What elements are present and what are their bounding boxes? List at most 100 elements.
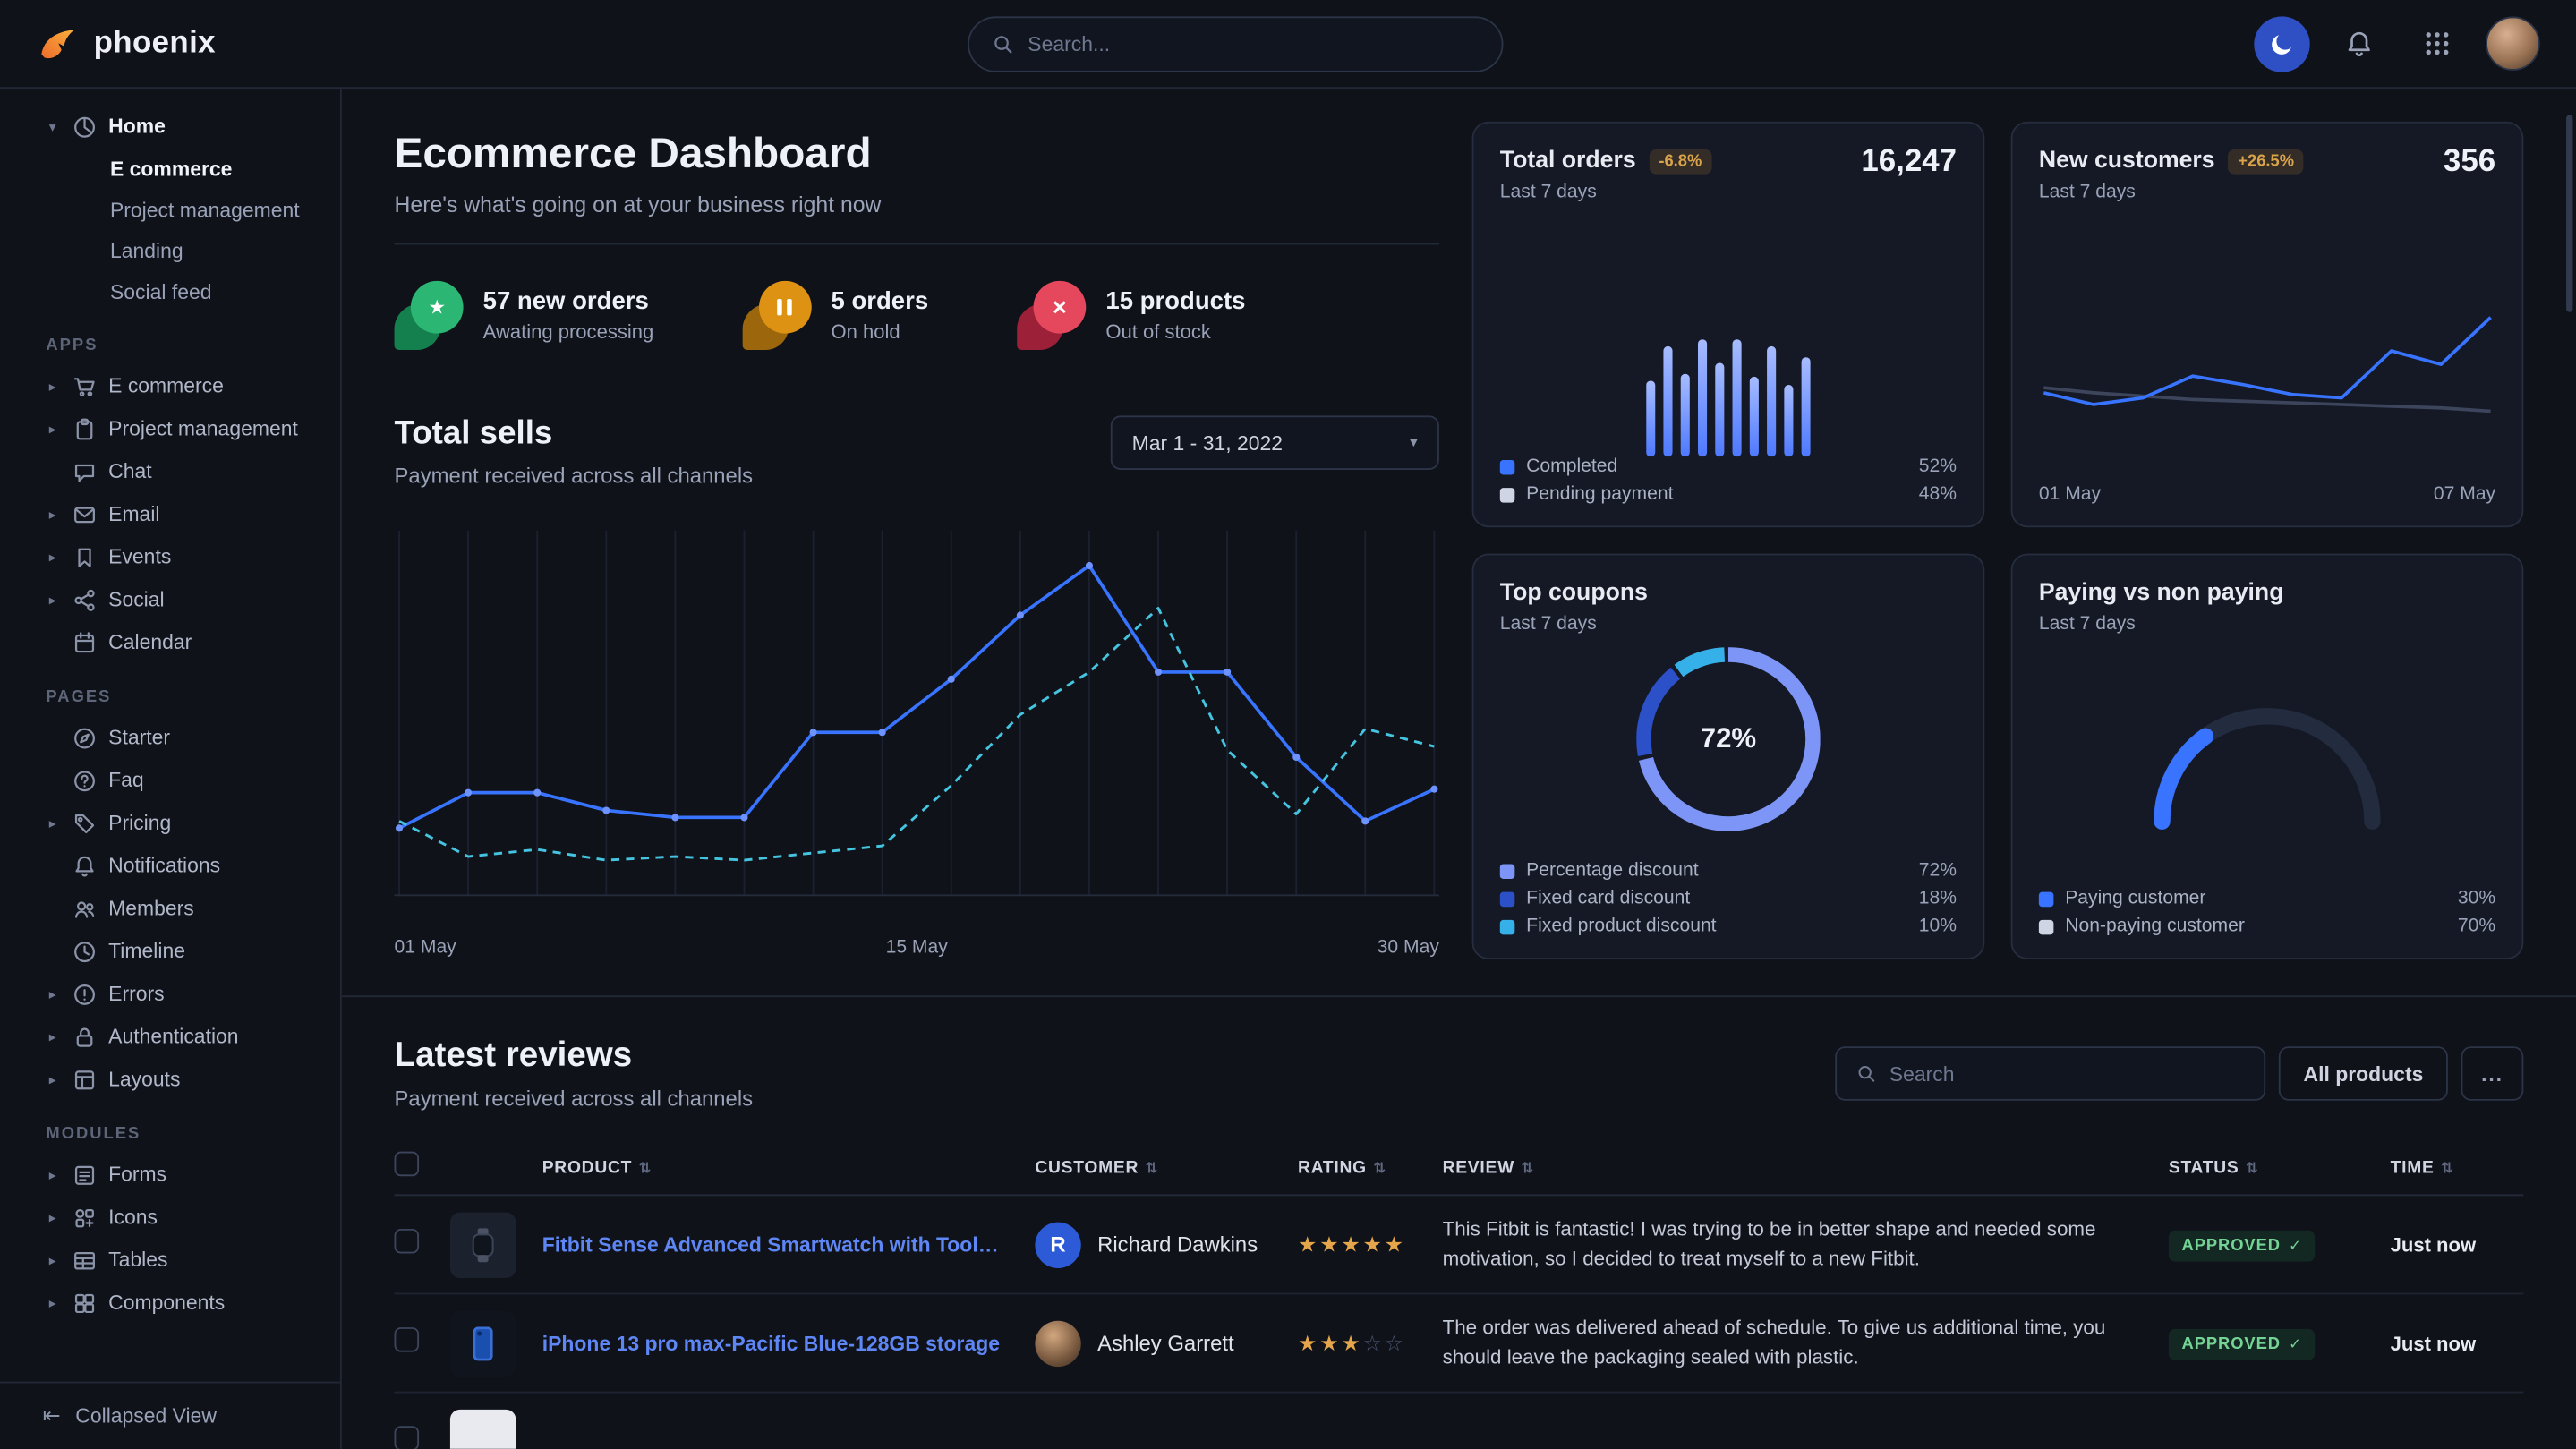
stat-awating-processing: ★57 new ordersAwating processing [395,281,654,350]
bookmark-icon [73,544,98,569]
sidebar-item-events[interactable]: ▸Events [0,535,340,578]
caret-icon: ▸ [45,1293,61,1311]
sidebar-item-forms[interactable]: ▸Forms [0,1154,340,1197]
caret-icon: ▸ [45,1251,61,1269]
new-customers-card: New customers +26.5% Last 7 days 356 01 … [2011,122,2524,527]
user-avatar[interactable] [2486,16,2540,71]
product-image[interactable] [450,1212,516,1277]
sidebar-item-icons[interactable]: ▸Icons [0,1196,340,1239]
sidebar-nav: ▾HomeE commerceProject managementLanding… [0,89,340,1382]
nav-section-label-modules: MODULES [0,1101,340,1154]
total-orders-card: Total orders -6.8% Last 7 days 16,247 Co… [1472,122,1985,527]
sidebar-item-tables[interactable]: ▸ Tables [0,1239,340,1282]
legend-item-pending-payment: Pending payment48% [1500,484,1957,504]
sidebar-item-social[interactable]: ▸Social [0,578,340,621]
caret-icon: ▸ [45,1027,61,1045]
sidebar-item-e-commerce[interactable]: E commerce [0,148,340,189]
paying-vs-non-paying-card: Paying vs non paying Last 7 days Paying … [2011,554,2524,959]
stat-sub: Awating processing [483,320,654,344]
bell-icon [73,854,98,879]
tag-icon [73,811,98,836]
status-badge: APPROVED✓ [2169,1328,2316,1360]
more-options-button[interactable]: ... [2461,1046,2524,1101]
collapse-view-toggle[interactable]: ⇤ Collapsed View [0,1382,340,1449]
apps-grid-button[interactable] [2409,15,2464,71]
select-all-checkbox[interactable] [395,1151,420,1176]
sidebar-item-errors[interactable]: ▸Errors [0,973,340,1016]
stat-value: 57 new orders [483,287,654,315]
legend-item-non-paying-customer: Non-paying customer70% [2039,916,2495,936]
product-link[interactable]: iPhone 13 pro max-Pacific Blue-128GB sto… [542,1332,1036,1355]
legend-swatch [1500,864,1515,879]
sidebar-item-home[interactable]: ▾Home [0,105,340,148]
column-header-review[interactable]: REVIEW⇅ [1443,1157,2169,1177]
new-customers-chart [2039,202,2495,485]
search-input[interactable] [1028,32,1478,55]
notifications-button[interactable] [2332,15,2387,71]
sidebar-item-e-commerce[interactable]: ▸E commerce [0,364,340,407]
column-header-customer[interactable]: CUSTOMER⇅ [1035,1157,1298,1177]
sidebar-item-label: Project management [108,417,298,440]
sidebar-item-label: Errors [108,983,164,1006]
legend-item-fixed-card-discount: Fixed card discount18% [1500,889,1957,908]
product-link[interactable]: Fitbit Sense Advanced Smartwatch with To… [542,1233,1036,1257]
compass-icon [73,725,98,750]
star-filled-icon: ★★★ [1298,1330,1362,1355]
all-products-button[interactable]: All products [2279,1046,2448,1101]
top-coupons-card: Top coupons Last 7 days 72% Percentage d… [1472,554,1985,959]
sidebar-item-landing[interactable]: Landing [0,230,340,271]
column-header-status[interactable]: STATUS⇅ [2169,1157,2391,1177]
reviews-search[interactable] [1835,1046,2265,1101]
sidebar-item-members[interactable]: ▸Members [0,887,340,930]
sidebar-item-label: Social [108,588,164,611]
sidebar-item-timeline[interactable]: ▸Timeline [0,930,340,973]
caret-icon: ▸ [45,814,61,831]
legend-label: Fixed product discount [1526,916,1716,936]
row-checkbox[interactable] [395,1425,420,1449]
sort-icon: ⇅ [2441,1159,2454,1175]
column-header-time[interactable]: TIME⇅ [2391,1157,2524,1177]
sidebar-item-notifications[interactable]: ▸Notifications [0,844,340,887]
sidebar-item-label: Layouts [108,1068,180,1091]
legend-label: Fixed card discount [1526,889,1690,908]
sidebar-item-label: Tables [108,1249,167,1272]
legend-value: 10% [1919,916,1957,936]
reviews-controls: All products ... [1835,1046,2523,1101]
sidebar-item-calendar[interactable]: ▸Calendar [0,621,340,664]
card-period: Last 7 days [1500,614,1957,634]
collapse-label: Collapsed View [75,1404,217,1428]
sidebar-item-starter[interactable]: ▸Starter [0,716,340,759]
sidebar-item-authentication[interactable]: ▸Authentication [0,1015,340,1058]
topbar-actions [2254,15,2539,71]
date-range-select[interactable]: Mar 1 - 31, 2022 ▾ [1111,415,1439,470]
column-header-product[interactable]: PRODUCT⇅ [542,1157,1036,1177]
column-header-rating[interactable]: RATING⇅ [1298,1157,1443,1177]
pause-icon [742,281,811,350]
scrollbar-thumb[interactable] [2566,115,2572,311]
legend-swatch [2039,891,2054,907]
sidebar-item-email[interactable]: ▸Email [0,493,340,536]
sidebar-item-project-management[interactable]: ▸Project management [0,407,340,450]
caret-icon: ▸ [45,505,61,523]
stat-sub: Out of stock [1105,320,1245,344]
product-image[interactable] [450,1409,516,1449]
sidebar-item-project-management[interactable]: Project management [0,189,340,230]
sidebar-item-chat[interactable]: ▸Chat [0,450,340,493]
sidebar-item-components[interactable]: ▸Components [0,1282,340,1325]
sidebar-item-faq[interactable]: ▸Faq [0,759,340,802]
chevron-down-icon: ▾ [1410,434,1418,452]
caret-icon: ▸ [45,1208,61,1226]
sidebar-item-layouts[interactable]: ▸Layouts [0,1058,340,1101]
sidebar-item-pricing[interactable]: ▸Pricing [0,802,340,845]
sidebar-item-social-feed[interactable]: Social feed [0,271,340,312]
theme-toggle-button[interactable] [2254,15,2309,71]
x-tick: 15 May [886,938,948,958]
reviews-search-input[interactable] [1889,1062,2245,1086]
caret-icon: ▸ [45,377,61,395]
global-search[interactable] [967,15,1502,71]
product-image[interactable] [450,1310,516,1376]
row-checkbox[interactable] [395,1228,420,1253]
brand-logo[interactable]: phoenix [36,22,216,65]
legend-label: Pending payment [1526,484,1673,504]
row-checkbox[interactable] [395,1326,420,1351]
